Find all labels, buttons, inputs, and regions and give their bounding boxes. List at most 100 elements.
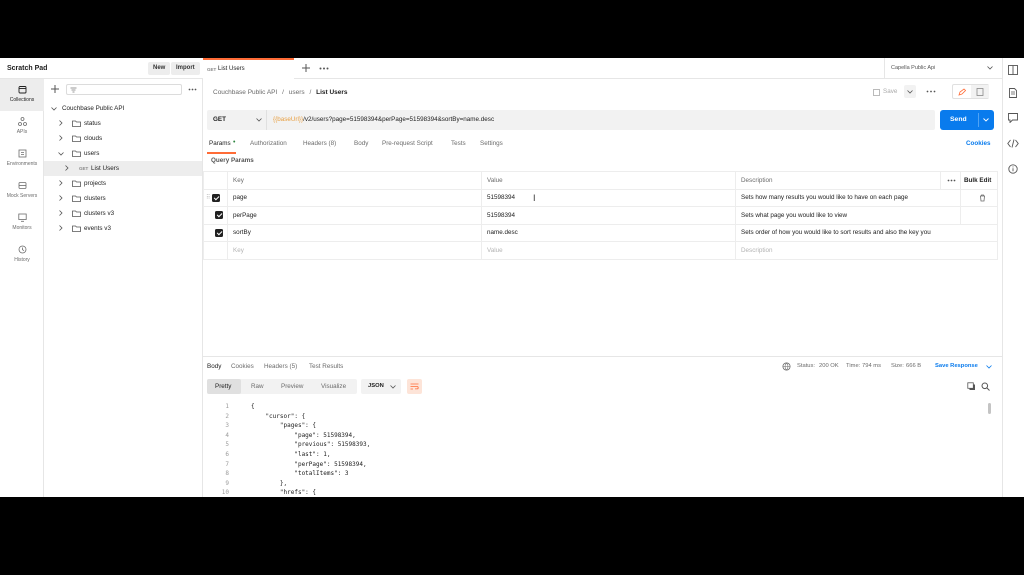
- format-raw[interactable]: Raw: [251, 383, 264, 390]
- table-row: sortBy name.desc Sets order of how you w…: [203, 223, 998, 242]
- collections-icon: [18, 86, 26, 94]
- cookies-link[interactable]: Cookies: [966, 140, 991, 147]
- folder-clusters[interactable]: clusters: [44, 191, 202, 206]
- chevron-down-icon[interactable]: [983, 118, 989, 122]
- folder-users[interactable]: users: [44, 146, 202, 161]
- nav-apis[interactable]: APIs: [0, 111, 44, 143]
- response-scrollbar[interactable]: [988, 403, 991, 414]
- tree-label: List Users: [91, 165, 119, 172]
- folder-events-v3[interactable]: events v3: [44, 221, 202, 236]
- param-checkbox[interactable]: [203, 223, 228, 242]
- resp-tab-cookies[interactable]: Cookies: [231, 363, 254, 370]
- resp-tab-headers[interactable]: Headers (5): [264, 363, 297, 370]
- nav-environments[interactable]: Environments: [0, 143, 44, 175]
- documentation-icon[interactable]: [1009, 88, 1017, 98]
- request-list-users[interactable]: GET List Users: [44, 161, 202, 176]
- format-pretty[interactable]: Pretty: [215, 383, 231, 390]
- nav-history[interactable]: History: [0, 239, 44, 271]
- globe-icon[interactable]: [782, 362, 791, 371]
- new-button[interactable]: New: [148, 62, 171, 75]
- comments-icon[interactable]: [1008, 113, 1018, 123]
- size-value: 666 B: [906, 363, 922, 369]
- environment-select[interactable]: Capella Public Api: [884, 58, 1004, 79]
- param-description[interactable]: Sets how many results you would like to …: [735, 188, 961, 207]
- request-tab[interactable]: GET List Users: [203, 58, 294, 79]
- chevron-down-icon[interactable]: [986, 365, 992, 369]
- edit-mode-button[interactable]: [953, 85, 971, 98]
- language-select[interactable]: JSON: [361, 379, 401, 394]
- param-description[interactable]: Sets what page you would like to view: [735, 206, 961, 225]
- more-options-icon[interactable]: [926, 90, 936, 93]
- wrap-lines-button[interactable]: [407, 379, 422, 394]
- add-collection-icon[interactable]: [50, 84, 60, 94]
- folder-projects[interactable]: projects: [44, 176, 202, 191]
- param-value[interactable]: 51598394: [481, 206, 736, 225]
- send-button[interactable]: Send: [940, 110, 994, 130]
- bulk-edit-link[interactable]: Bulk Edit: [960, 171, 998, 190]
- resp-tab-body[interactable]: Body: [207, 363, 221, 370]
- header-description: Description: [735, 171, 941, 190]
- breadcrumb-folder[interactable]: users: [289, 89, 305, 96]
- param-checkbox[interactable]: ⠿: [203, 188, 228, 207]
- response-divider[interactable]: [203, 356, 1024, 357]
- import-button[interactable]: Import: [171, 62, 200, 75]
- doc-mode-button[interactable]: [971, 85, 989, 98]
- new-key-input[interactable]: Key: [227, 241, 482, 260]
- tab-headers[interactable]: Headers (8): [303, 140, 336, 147]
- format-visualize[interactable]: Visualize: [321, 383, 346, 390]
- new-value-input[interactable]: Value: [481, 241, 736, 260]
- folder-status[interactable]: status: [44, 116, 202, 131]
- param-description[interactable]: Sets order of how you would like to sort…: [735, 223, 998, 242]
- breadcrumb-root[interactable]: Couchbase Public API: [213, 89, 277, 96]
- tree-label: events v3: [84, 225, 111, 232]
- param-key[interactable]: perPage: [227, 206, 482, 225]
- tab-pre-request-script[interactable]: Pre-request Script: [382, 140, 433, 147]
- delete-row-icon[interactable]: [960, 188, 998, 207]
- request-method-badge: GET: [79, 166, 89, 171]
- view-toggle[interactable]: [952, 84, 989, 99]
- copy-icon[interactable]: [967, 382, 976, 391]
- new-tab-icon[interactable]: [301, 63, 311, 73]
- param-key[interactable]: page: [227, 188, 482, 207]
- query-params-table: Key Value Description Bulk Edit ⠿ page 5…: [203, 171, 998, 260]
- tab-body[interactable]: Body: [354, 140, 368, 147]
- code-icon[interactable]: [1007, 139, 1019, 148]
- table-row: perPage 51598394 Sets what page you woul…: [203, 206, 998, 225]
- folder-clouds[interactable]: clouds: [44, 131, 202, 146]
- code-text: "previous": 51598393,: [251, 441, 371, 449]
- sidebar-options-icon[interactable]: [188, 88, 197, 91]
- param-key[interactable]: sortBy: [227, 223, 482, 242]
- tab-params[interactable]: Params: [209, 140, 231, 147]
- nav-collections[interactable]: Collections: [0, 79, 44, 111]
- save-options-button[interactable]: [904, 85, 916, 98]
- collection-couchbase-public-api[interactable]: Couchbase Public API: [44, 101, 202, 116]
- tab-options-icon[interactable]: [319, 67, 329, 70]
- folder-clusters-v3[interactable]: clusters v3: [44, 206, 202, 221]
- resp-tab-test-results[interactable]: Test Results: [309, 363, 343, 370]
- param-checkbox[interactable]: [203, 206, 228, 225]
- param-value[interactable]: name.desc: [481, 223, 736, 242]
- drag-handle-icon[interactable]: ⠿: [206, 195, 210, 201]
- new-description-input[interactable]: Description: [735, 241, 998, 260]
- column-options-icon[interactable]: [940, 171, 961, 190]
- layout-icon[interactable]: [1008, 65, 1018, 75]
- chevron-down-icon: [256, 118, 262, 122]
- tab-settings[interactable]: Settings: [480, 140, 503, 147]
- line-number: 3: [225, 422, 229, 430]
- search-icon[interactable]: [981, 382, 990, 391]
- param-value[interactable]: 51598394: [481, 188, 736, 207]
- method-select[interactable]: GET: [207, 110, 267, 130]
- save-response-button[interactable]: Save Response: [935, 363, 978, 369]
- tab-tests[interactable]: Tests: [451, 140, 466, 147]
- folder-icon: [72, 180, 81, 187]
- format-preview[interactable]: Preview: [281, 383, 303, 390]
- info-icon[interactable]: [1008, 164, 1018, 174]
- tree-label: clusters: [84, 195, 106, 202]
- response-body[interactable]: 1{2 "cursor": {3 "pages": {4 "page": 515…: [207, 403, 997, 497]
- nav-monitors[interactable]: Monitors: [0, 207, 44, 239]
- nav-mock-servers[interactable]: Mock Servers: [0, 175, 44, 207]
- filter-input[interactable]: [66, 84, 182, 95]
- url-input[interactable]: {{baseUrl}}/v2/users?page=51598394&perPa…: [273, 116, 494, 123]
- tab-authorization[interactable]: Authorization: [250, 140, 287, 147]
- tree-label: projects: [84, 180, 107, 187]
